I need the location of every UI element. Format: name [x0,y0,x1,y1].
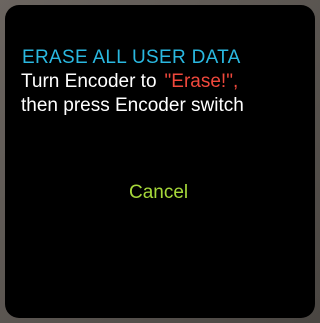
instruction-line-1: Turn Encoder to "Erase!", [21,71,238,93]
screen-title: ERASE ALL USER DATA [22,47,241,68]
cancel-option[interactable]: Cancel [129,182,188,204]
display-screen: ERASE ALL USER DATA Turn Encoder to "Eras… [5,5,315,318]
erase-option[interactable]: "Erase!", [165,71,239,92]
instruction-prefix: Turn Encoder to [21,71,157,92]
device-frame: ERASE ALL USER DATA Turn Encoder to "Eras… [0,0,320,323]
instruction-line-2: then press Encoder switch [21,95,244,116]
